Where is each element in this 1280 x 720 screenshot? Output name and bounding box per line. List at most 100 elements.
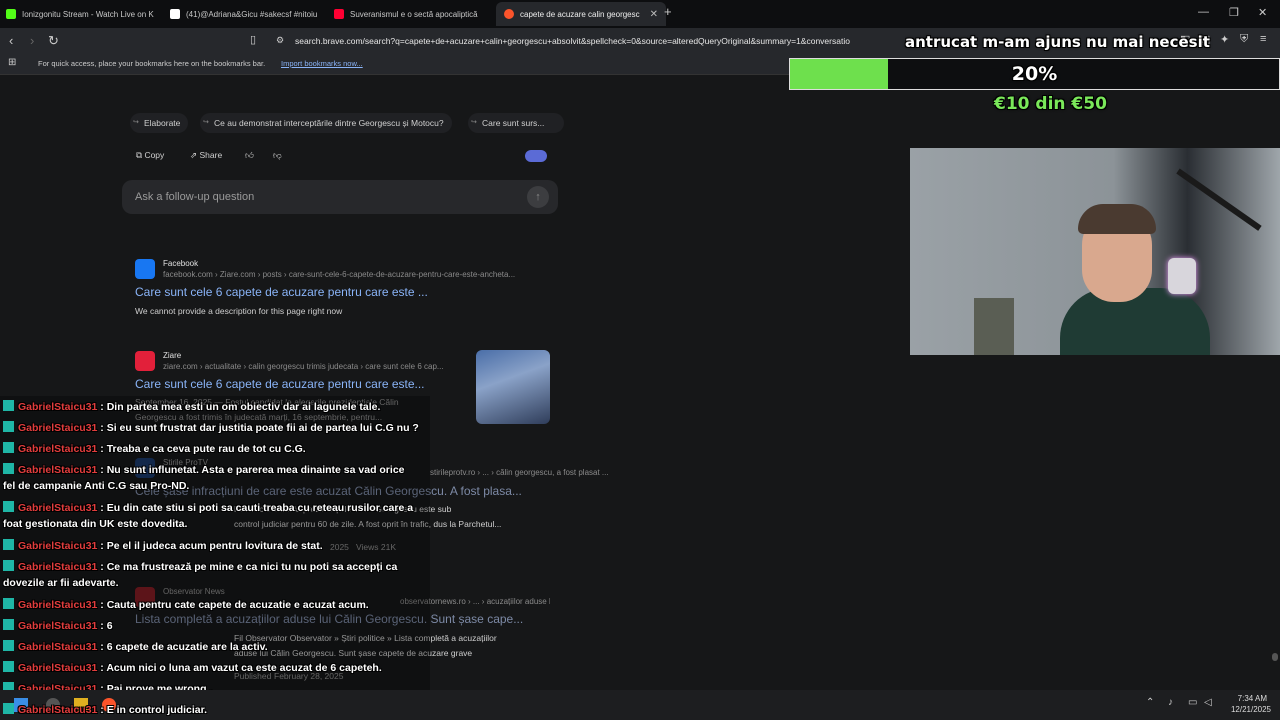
chat-message: GabrielStaicu31 : 6 bbox=[3, 619, 113, 632]
url-field[interactable]: search.brave.com/search?q=capete+de+acuz… bbox=[295, 31, 907, 51]
close-tab-icon[interactable]: ✕ bbox=[650, 9, 658, 20]
suggestion-chip[interactable]: Ce au demonstrat interceptările dintre G… bbox=[200, 113, 452, 133]
thumbs-down-icon[interactable]: 👎︎ bbox=[273, 150, 282, 161]
tray-chevron-icon[interactable]: ⌃ bbox=[1146, 697, 1154, 708]
chat-username: GabrielStaicu31 bbox=[18, 561, 98, 573]
new-tab-button[interactable]: + bbox=[664, 4, 672, 19]
result-breadcrumb: facebook.com › Ziare.com › posts › care-… bbox=[163, 270, 516, 279]
chat-username: GabrielStaicu31 bbox=[18, 599, 98, 611]
kick-badge-icon bbox=[3, 598, 14, 609]
apps-icon[interactable]: ⊞ bbox=[8, 57, 16, 68]
chat-message: GabrielStaicu31 : Eu din cate stiu si po… bbox=[3, 501, 413, 514]
webcam-feed bbox=[910, 148, 1280, 355]
result-description: We cannot provide a description for this… bbox=[135, 306, 343, 316]
tiktok-icon bbox=[170, 9, 180, 19]
chat-username: GabrielStaicu31 bbox=[18, 704, 98, 716]
youtube-icon bbox=[334, 9, 344, 19]
followup-box[interactable]: Ask a follow-up question ↑ bbox=[122, 180, 558, 214]
model-badge bbox=[525, 150, 547, 162]
chat-message: GabrielStaicu31 : Ce ma frustrează pe mi… bbox=[3, 560, 397, 573]
chat-message: GabrielStaicu31 : Din partea mea esti un… bbox=[3, 400, 380, 413]
ziare-icon bbox=[135, 351, 155, 371]
bookmark-icon[interactable]: ▯ bbox=[250, 33, 256, 46]
tab-label: capete de acuzare calin georgesc bbox=[520, 9, 640, 19]
close-window-button[interactable]: ✕ bbox=[1258, 6, 1267, 19]
leo-icon[interactable]: ✦ bbox=[1220, 33, 1229, 46]
chat-message-cont: dovezile ar fii adevarte. bbox=[3, 577, 119, 589]
result-title[interactable]: Care sunt cele 6 capete de acuzare pentr… bbox=[135, 377, 425, 391]
copy-button[interactable]: ⧉ Copy bbox=[136, 150, 164, 161]
menu-icon[interactable]: ≡ bbox=[1260, 33, 1266, 45]
person-hair bbox=[1078, 204, 1156, 234]
restore-button[interactable]: ❐ bbox=[1229, 6, 1239, 19]
kick-badge-icon bbox=[3, 463, 14, 474]
reload-icon[interactable]: ↻ bbox=[48, 33, 59, 49]
tab-label: Ionizgonitu Stream - Watch Live on K bbox=[22, 9, 154, 19]
forward-icon[interactable]: › bbox=[30, 33, 34, 48]
chat-text: : Si eu sunt frustrat dar justitia poate… bbox=[100, 422, 419, 434]
chat-text: : Eu din cate stiu si poti sa cauti trea… bbox=[100, 502, 414, 514]
chat-message: GabrielStaicu31 : E in control judiciar. bbox=[3, 703, 207, 716]
goal-percent: 20% bbox=[1011, 63, 1058, 85]
tab-bar: Ionizgonitu Stream - Watch Live on K (41… bbox=[0, 0, 1280, 28]
kick-badge-icon bbox=[3, 661, 14, 672]
tab-tiktok[interactable]: (41)@Adriana&Gicu #sakecsf #nitoiu bbox=[170, 2, 330, 26]
network-icon[interactable]: ▭ bbox=[1188, 697, 1197, 708]
goal-amount: €10 din €50 bbox=[994, 94, 1107, 114]
volume-icon[interactable]: ◁ bbox=[1204, 697, 1212, 708]
chat-username: GabrielStaicu31 bbox=[18, 662, 98, 674]
tab-kick[interactable]: Ionizgonitu Stream - Watch Live on K bbox=[6, 2, 166, 26]
chat-text: : Ce ma frustrează pe mine e ca nici tu … bbox=[100, 561, 398, 573]
share-button[interactable]: ⇗ Share bbox=[190, 150, 222, 161]
copy-label: Copy bbox=[144, 150, 165, 160]
chat-message-cont: fel de campanie Anti C.G sau Pro-ND. bbox=[3, 480, 190, 492]
clock-date[interactable]: 12/21/2025 bbox=[1225, 705, 1271, 714]
suggestion-chip[interactable]: Elaborate bbox=[130, 113, 189, 133]
chat-message: GabrielStaicu31 : Pe el il judeca acum p… bbox=[3, 539, 323, 552]
chat-message: GabrielStaicu31 : Nu sunt influnetat. As… bbox=[3, 463, 405, 476]
send-icon[interactable]: ↑ bbox=[527, 186, 549, 208]
tab-label: (41)@Adriana&Gicu #sakecsf #nitoiu bbox=[186, 9, 318, 19]
microphone bbox=[1168, 258, 1196, 294]
result-breadcrumb: stirileprotv.ro › ... › călin georgescu,… bbox=[430, 468, 609, 477]
kick-icon bbox=[6, 9, 16, 19]
back-icon[interactable]: ‹ bbox=[9, 33, 13, 48]
site-info-icon[interactable]: ⚙ bbox=[276, 35, 284, 46]
chat-text: : Treaba e ca ceva pute rau de tot cu C.… bbox=[100, 443, 306, 455]
import-bookmarks-link[interactable]: Import bookmarks now... bbox=[281, 59, 363, 68]
chat-username: GabrielStaicu31 bbox=[18, 641, 98, 653]
kick-badge-icon bbox=[3, 560, 14, 571]
result-source: Ziare bbox=[163, 351, 182, 360]
chat-username: GabrielStaicu31 bbox=[18, 464, 98, 476]
facebook-icon bbox=[135, 259, 155, 279]
followup-placeholder: Ask a follow-up question bbox=[135, 191, 255, 203]
kick-badge-icon bbox=[3, 421, 14, 432]
chat-message: GabrielStaicu31 : Cauta pentru cate cape… bbox=[3, 598, 369, 611]
chat-message: GabrielStaicu31 : Si eu sunt frustrat da… bbox=[3, 421, 419, 434]
thumbs-up-icon[interactable]: 👍︎ bbox=[245, 150, 254, 161]
result-title[interactable]: Care sunt cele 6 capete de acuzare pentr… bbox=[135, 285, 428, 299]
chat-text: : Acum nici o luna am vazut ca este acuz… bbox=[100, 662, 382, 674]
scrollbar-thumb[interactable] bbox=[1272, 653, 1278, 661]
brave-icon bbox=[504, 9, 514, 19]
tab-brave-search[interactable]: capete de acuzare calin georgesc ✕ bbox=[496, 2, 666, 26]
result-breadcrumb: ziare.com › actualitate › calin georgesc… bbox=[163, 362, 444, 371]
chat-username: GabrielStaicu31 bbox=[18, 620, 98, 632]
bookmarks-hint: For quick access, place your bookmarks h… bbox=[38, 59, 266, 68]
clock-time[interactable]: 7:34 AM bbox=[1225, 694, 1267, 703]
mic-tray-icon[interactable]: ♪ bbox=[1168, 697, 1173, 708]
tab-youtube[interactable]: Suveranismul e o sectă apocaliptică bbox=[334, 2, 494, 26]
result-source: Facebook bbox=[163, 259, 199, 268]
chat-message: GabrielStaicu31 : Acum nici o luna am va… bbox=[3, 661, 382, 674]
kick-badge-icon bbox=[3, 400, 14, 411]
chat-text: : E in control judiciar. bbox=[100, 704, 208, 716]
chat-username: GabrielStaicu31 bbox=[18, 502, 98, 514]
chat-message: GabrielStaicu31 : Treaba e ca ceva pute … bbox=[3, 442, 306, 455]
suggestion-chip[interactable]: Care sunt surs... bbox=[468, 113, 564, 133]
chat-text: : 6 bbox=[100, 620, 113, 632]
minimize-button[interactable]: — bbox=[1198, 6, 1209, 18]
shield-icon[interactable]: ⛨ bbox=[1240, 33, 1248, 46]
kick-badge-icon bbox=[3, 501, 14, 512]
tab-label: Suveranismul e o sectă apocaliptică bbox=[350, 9, 478, 19]
result-thumbnail[interactable] bbox=[476, 350, 550, 424]
